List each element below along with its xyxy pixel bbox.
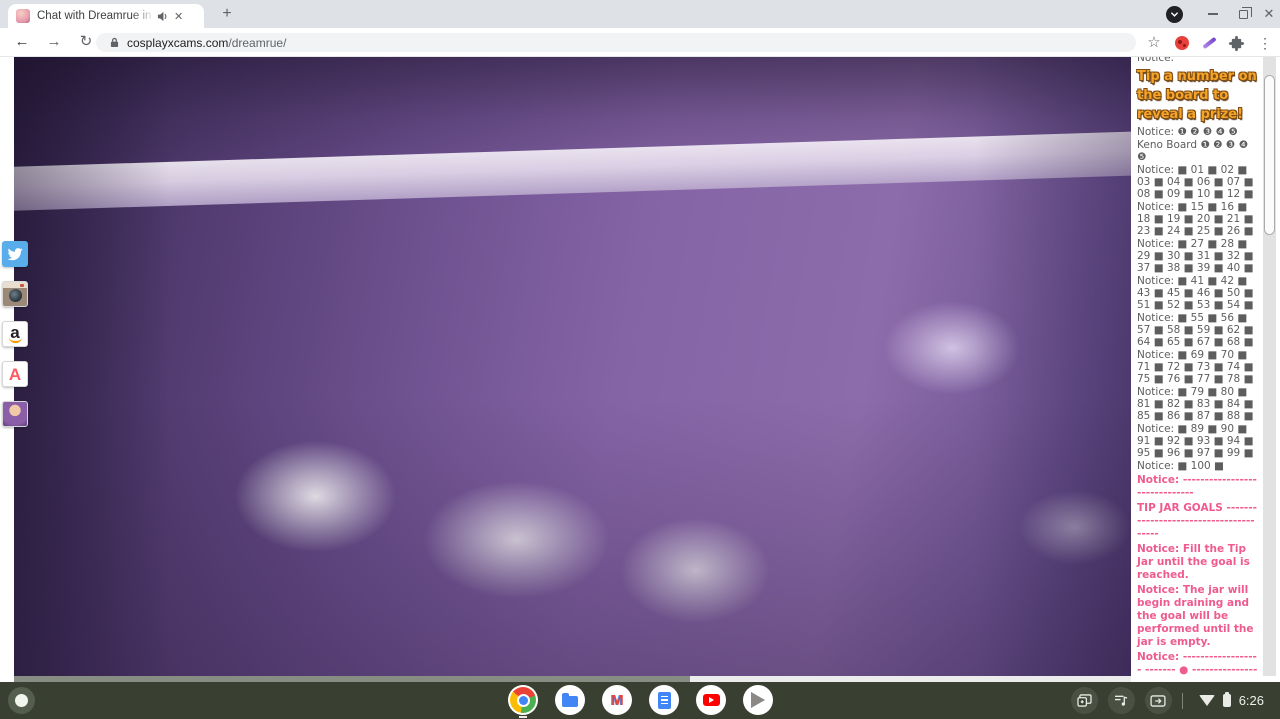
vertical-scrollbar[interactable] <box>1263 57 1276 676</box>
pen-extension-glyph <box>1202 37 1216 49</box>
launcher-button[interactable] <box>8 687 35 714</box>
minimize-button[interactable] <box>1198 0 1228 28</box>
maximize-icon <box>1239 10 1248 19</box>
media-playlist-button[interactable] <box>1108 687 1135 714</box>
youtube-app-icon[interactable] <box>696 685 726 715</box>
bookmark-star-icon[interactable]: ☆ <box>1142 31 1166 55</box>
minimize-icon <box>1208 13 1218 15</box>
extension-red-icon[interactable] <box>1172 33 1192 53</box>
photo-thumbnail[interactable] <box>2 401 28 427</box>
chat-message: Notice: ■ 01 ■ 02 ■ 03 ■ 04 ■ 06 ■ 07 ■ … <box>1137 164 1258 200</box>
docs-icon <box>658 692 671 709</box>
chat-message: Notice: ------------------------------ <box>1137 474 1258 500</box>
window-overview-button[interactable] <box>1145 687 1172 714</box>
red-extension-glyph <box>1175 36 1189 50</box>
social-share-rail: a A <box>2 241 28 427</box>
chat-message-list: Notice: Tip a number on the board to reve… <box>1134 57 1260 676</box>
close-window-button[interactable]: ✕ <box>1254 0 1280 28</box>
live-video-player[interactable] <box>14 57 1131 676</box>
chat-message: Notice: <box>1137 57 1258 64</box>
forward-button[interactable]: → <box>40 29 68 55</box>
back-button[interactable]: ← <box>8 29 36 55</box>
play-store-icon <box>751 692 765 708</box>
extension-pen-icon[interactable] <box>1199 33 1219 53</box>
chat-message: Notice: Fill the Tip Jar until the goal … <box>1137 543 1258 582</box>
chat-panel: Notice: Tip a number on the board to reve… <box>1134 57 1260 676</box>
url-path: /dreamrue/ <box>228 36 286 50</box>
browser-menu-icon[interactable]: ⋮ <box>1255 31 1275 55</box>
amazon-smile-glyph <box>9 337 22 343</box>
chat-message: Keno Board ❶ ❷ ❸ ❹ ❺ <box>1137 139 1258 163</box>
media-controls-button[interactable] <box>1166 6 1183 23</box>
gmail-app-icon[interactable]: M <box>602 685 632 715</box>
chat-message: Notice: ■ 15 ■ 16 ■ 18 ■ 19 ■ 20 ■ 21 ■ … <box>1137 201 1258 237</box>
tab-audio-icon[interactable] <box>157 11 168 22</box>
chrome-app-icon[interactable] <box>508 685 538 715</box>
play-store-app-icon[interactable] <box>743 685 773 715</box>
instagram-icon[interactable] <box>2 281 28 307</box>
chat-message: Notice: ■ 55 ■ 56 ■ 57 ■ 58 ■ 59 ■ 62 ■ … <box>1137 312 1258 348</box>
chat-message: Notice: ❶ ❷ ❸ ❹ ❺ <box>1137 126 1258 138</box>
launcher-icon <box>15 694 28 707</box>
airbnb-letter: A <box>9 366 21 383</box>
chat-message: Notice: ------------------ ------- ● ---… <box>1137 651 1258 676</box>
chromeos-shelf: M 6: <box>0 682 1280 719</box>
chat-message: Notice: ■ 27 ■ 28 ■ 29 ■ 30 ■ 31 ■ 32 ■ … <box>1137 238 1258 274</box>
folder-icon <box>562 696 578 707</box>
padlock-icon[interactable] <box>110 37 119 48</box>
chat-message: Notice: ■ 69 ■ 70 ■ 71 ■ 72 ■ 73 ■ 74 ■ … <box>1137 349 1258 385</box>
youtube-icon <box>703 694 720 706</box>
vertical-scrollbar-thumb[interactable] <box>1264 75 1275 235</box>
page-content: a A Notice: Tip a number on the board to … <box>0 57 1280 682</box>
tab-title: Chat with Dreamrue in a Live <box>37 10 155 22</box>
chat-message: Notice: The jar will begin draining and … <box>1137 584 1258 649</box>
address-bar[interactable]: cosplayxcams.com/dreamrue/ <box>96 33 1136 52</box>
chat-message: Notice: ■ 100 ■ <box>1137 460 1258 472</box>
extensions-puzzle-icon[interactable] <box>1226 33 1246 53</box>
tab-favicon <box>16 9 30 23</box>
chat-message: Notice: ■ 79 ■ 80 ■ 81 ■ 82 ■ 83 ■ 84 ■ … <box>1137 386 1258 422</box>
screen: Chat with Dreamrue in a Live ✕ + ✕ ← → ↻… <box>0 0 1280 719</box>
shelf-apps: M <box>508 685 773 715</box>
new-tab-button[interactable]: + <box>216 3 238 25</box>
browser-tab[interactable]: Chat with Dreamrue in a Live ✕ <box>8 4 204 28</box>
screen-capture-button[interactable] <box>1071 687 1098 714</box>
url-domain: cosplayxcams.com <box>127 36 228 50</box>
twitter-icon[interactable] <box>2 241 28 267</box>
battery-icon <box>1223 694 1231 707</box>
chat-message: TIP JAR GOALS --------------------------… <box>1137 502 1258 541</box>
chrome-icon <box>510 687 536 713</box>
status-area[interactable]: 6:26 <box>1193 690 1270 711</box>
clock: 6:26 <box>1239 693 1264 708</box>
active-app-indicator <box>519 716 527 718</box>
chat-message: Notice: ■ 89 ■ 90 ■ 91 ■ 92 ■ 93 ■ 94 ■ … <box>1137 423 1258 459</box>
docs-app-icon[interactable] <box>649 685 679 715</box>
files-app-icon[interactable] <box>555 685 585 715</box>
tab-close-icon[interactable]: ✕ <box>174 10 183 23</box>
chat-message: Notice: ■ 41 ■ 42 ■ 43 ■ 45 ■ 46 ■ 50 ■ … <box>1137 275 1258 311</box>
gmail-icon: M <box>611 692 623 709</box>
url-text: cosplayxcams.com/dreamrue/ <box>127 36 286 50</box>
browser-toolbar: ← → ↻ cosplayxcams.com/dreamrue/ ☆ ⋮ <box>0 28 1280 57</box>
system-tray: 6:26 <box>1071 682 1270 719</box>
airbnb-icon[interactable]: A <box>2 361 28 387</box>
tray-divider <box>1182 693 1183 709</box>
amazon-icon[interactable]: a <box>2 321 28 347</box>
chat-message: Tip a number on the board to reveal a pr… <box>1137 67 1258 124</box>
browser-titlebar: Chat with Dreamrue in a Live ✕ + ✕ <box>0 0 1280 28</box>
wifi-icon <box>1199 695 1215 706</box>
